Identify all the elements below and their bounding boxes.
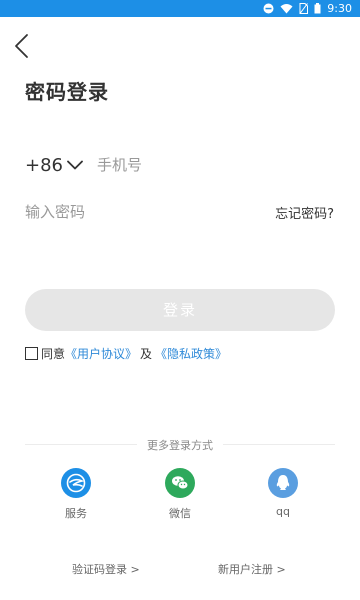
chevron-left-icon	[15, 34, 28, 58]
do-not-disturb-icon	[263, 3, 274, 14]
user-agreement-link[interactable]: 《用户协议》	[65, 345, 137, 362]
service-icon	[61, 468, 91, 498]
no-sim-icon	[299, 3, 309, 14]
battery-icon	[314, 3, 321, 14]
wechat-icon	[165, 468, 195, 498]
country-code-text: +86	[25, 154, 63, 176]
login-button[interactable]: 登录	[25, 289, 335, 331]
agreement-row: 同意 《用户协议》 及 《隐私政策》	[25, 345, 227, 361]
agreement-prefix: 同意	[41, 346, 66, 361]
forgot-password-link[interactable]: 忘记密码?	[275, 203, 334, 222]
wifi-icon	[280, 4, 293, 14]
register-link[interactable]: 新用户注册 >	[218, 561, 286, 577]
privacy-policy-link[interactable]: 《隐私政策》	[155, 345, 227, 362]
service-login-button[interactable]: 服务	[46, 468, 106, 521]
status-icons: 9:30	[263, 2, 352, 15]
qq-icon	[268, 468, 298, 498]
wechat-login-button[interactable]: 微信	[150, 468, 210, 521]
password-input[interactable]	[25, 199, 255, 225]
chevron-down-icon	[67, 160, 83, 170]
phone-input[interactable]	[97, 152, 327, 178]
wechat-label: 微信	[169, 507, 191, 520]
agreement-checkbox[interactable]	[25, 346, 38, 360]
page-title: 密码登录	[25, 80, 109, 104]
country-code-selector[interactable]: +86	[25, 152, 83, 178]
status-time: 9:30	[327, 2, 352, 15]
back-button[interactable]	[10, 30, 38, 62]
more-login-title: 更多登录方式	[137, 437, 223, 453]
qq-login-button[interactable]: qq	[253, 468, 313, 518]
agreement-and: 及	[140, 346, 153, 361]
service-label: 服务	[65, 507, 87, 520]
status-bar: 9:30	[0, 0, 360, 17]
sms-login-link[interactable]: 验证码登录 >	[72, 561, 140, 577]
qq-label: qq	[276, 505, 290, 518]
